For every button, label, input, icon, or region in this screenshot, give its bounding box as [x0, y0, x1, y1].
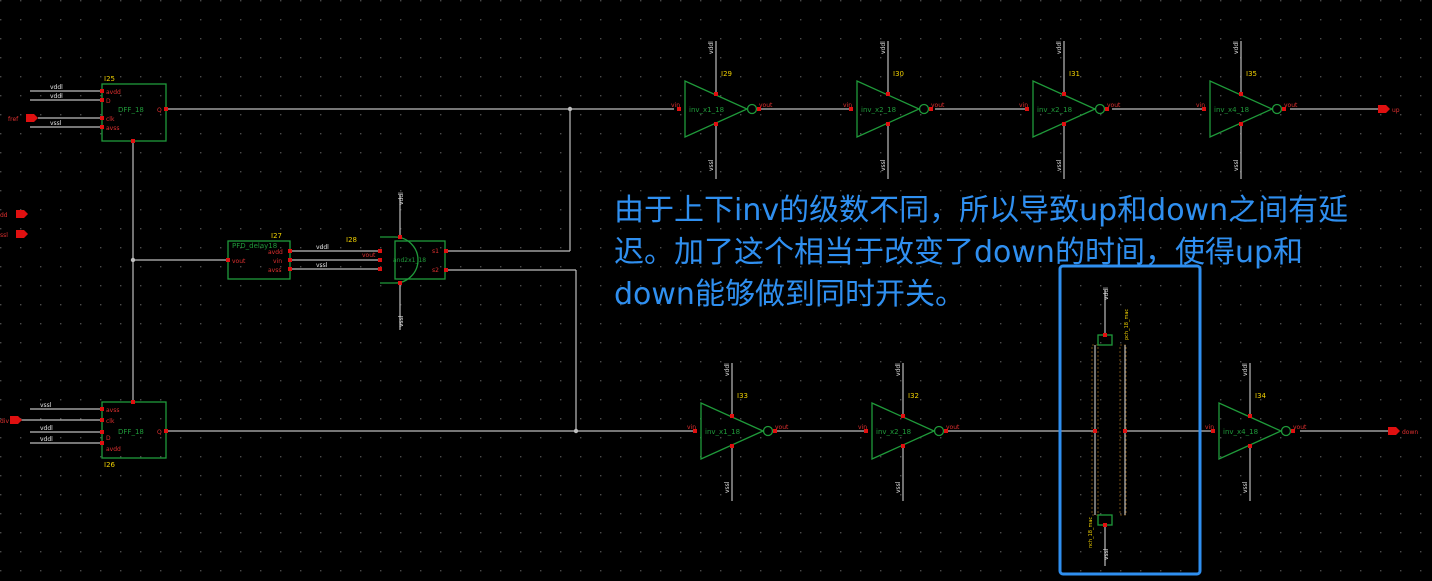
dff-top-wire-label-3: vssl	[50, 120, 62, 127]
dff-top-pin-avss: avss	[106, 125, 119, 132]
inverter-instance-label: I30	[893, 70, 904, 78]
dff-top-cell-label: DFF_18	[118, 106, 144, 114]
and2-rail-vdd: vddl	[398, 192, 405, 205]
inverter-rail-vss: vssl	[708, 159, 715, 171]
inverter-pin-out: vout	[759, 102, 773, 109]
dff-top-pin-avdd: avdd	[106, 89, 121, 96]
port-dd-label: dd	[0, 212, 8, 219]
and2-pin-s2: s2	[432, 267, 439, 274]
dff-top-pin-d: D	[106, 98, 111, 105]
annotation-line-2: 迟。加了这个相当于改变了down的时间，使得up和	[614, 235, 1304, 270]
dff-top-pin-q: Q	[157, 107, 162, 114]
inverter-rail-vss: vssl	[880, 159, 887, 171]
port-div-label: div	[0, 418, 9, 425]
inverter-instance-label: I33	[737, 392, 748, 400]
dff-bottom-pin-clk: clk	[106, 418, 115, 425]
inverter-instance-label: I32	[908, 392, 919, 400]
inverter-instance-label: I31	[1069, 70, 1080, 78]
inverter-pin-out: vout	[946, 424, 960, 431]
inverter-pin-out: vout	[775, 424, 789, 431]
port-down-label: down	[1402, 429, 1418, 436]
tgate-nmos-label: nch_18_mac	[1088, 517, 1094, 548]
delay-wire-label-vddl: vddl	[316, 244, 329, 251]
inverter-pin-out: vout	[1107, 102, 1121, 109]
and2-pin-s1: s1	[432, 248, 439, 255]
inverter-cell-label: inv_x4_18	[1223, 428, 1258, 436]
inverter-rail-vss: vssl	[1242, 481, 1249, 493]
inverter-cell-label: inv_x2_18	[876, 428, 911, 436]
inverter-instance-label: I35	[1246, 70, 1257, 78]
dff-bottom-pin-avdd: avdd	[106, 446, 121, 453]
inverter-rail-vdd: vddl	[1056, 41, 1063, 54]
inverter-rail-vss: vssl	[1233, 159, 1240, 171]
inverter-rail-vdd: vddl	[880, 41, 887, 54]
inverter-rail-vdd: vddl	[708, 41, 715, 54]
dff-bottom-pin-avss: avss	[106, 407, 119, 414]
inverter-instance-label: I34	[1255, 392, 1267, 400]
annotation-line-1: 由于上下inv的级数不同，所以导致up和down之间有延	[614, 193, 1349, 228]
and2-rail-vss: vssl	[398, 315, 405, 327]
dff-top-pin-clk: clk	[106, 116, 115, 123]
inverter-rail-vdd: vddl	[895, 363, 902, 376]
inverter-cell-label: inv_x2_18	[1037, 106, 1072, 114]
delay-pin-avdd: avdd	[268, 249, 283, 256]
annotation-note: 由于上下inv的级数不同，所以导致up和down之间有延 迟。加了这个相当于改变…	[614, 190, 1426, 316]
delay-pin-avss: avss	[268, 267, 281, 274]
delay-wire-label-vssl: vssl	[316, 262, 328, 269]
inverter-rail-vss: vssl	[895, 481, 902, 493]
inverter-rail-vdd: vddl	[724, 363, 731, 376]
inverter-cell-label: inv_x4_18	[1214, 106, 1249, 114]
port-fref-label: fref	[8, 116, 19, 123]
dff-bottom-instance-label: I26	[104, 461, 116, 469]
and2-pin-vout: vout	[362, 252, 376, 259]
port-ssl-label: ssl	[0, 232, 8, 239]
inverter-cell-label: inv_x1_18	[689, 106, 724, 114]
dff-bottom-wire-label-3: vddl	[40, 436, 53, 443]
inverter-pin-out: vout	[1284, 102, 1298, 109]
dff-top-wire-label-2: vddl	[50, 93, 63, 100]
tgate-rail-vss: vssl	[1103, 548, 1110, 560]
dff-bottom-wire-label-2: vddl	[40, 425, 53, 432]
delay-instance-label: I27	[271, 232, 282, 240]
and2-cell-label: and2x1_18	[393, 257, 426, 264]
dff-bottom-cell-label: DFF_18	[118, 428, 144, 436]
inverter-pin-out: vout	[1293, 424, 1307, 431]
inverter-instance-label: I29	[721, 70, 732, 78]
dff-bottom-pin-q: Q	[157, 429, 162, 436]
inverter-rail-vss: vssl	[724, 481, 731, 493]
delay-pin-vout: vout	[232, 258, 246, 265]
port-down[interactable]: down	[1388, 427, 1418, 436]
inverter-rail-vdd: vddl	[1242, 363, 1249, 376]
inverter-rail-vss: vssl	[1056, 159, 1063, 171]
and2-instance-label: I28	[346, 236, 357, 244]
inverter-cell-label: inv_x2_18	[861, 106, 896, 114]
delay-pin-vin: vin	[273, 258, 282, 265]
dff-bottom-pin-d: D	[106, 435, 111, 442]
dff-top-wire-label-1: vddl	[50, 84, 63, 91]
dff-top-instance-label: I25	[104, 75, 115, 83]
dff-bottom-wire-label-1: vssl	[40, 402, 52, 409]
inverter-rail-vdd: vddl	[1233, 41, 1240, 54]
inverter-cell-label: inv_x1_18	[705, 428, 740, 436]
port-up-label: up	[1392, 107, 1400, 114]
annotation-line-3: down能够做到同时开关。	[614, 277, 965, 312]
inverter-pin-out: vout	[931, 102, 945, 109]
